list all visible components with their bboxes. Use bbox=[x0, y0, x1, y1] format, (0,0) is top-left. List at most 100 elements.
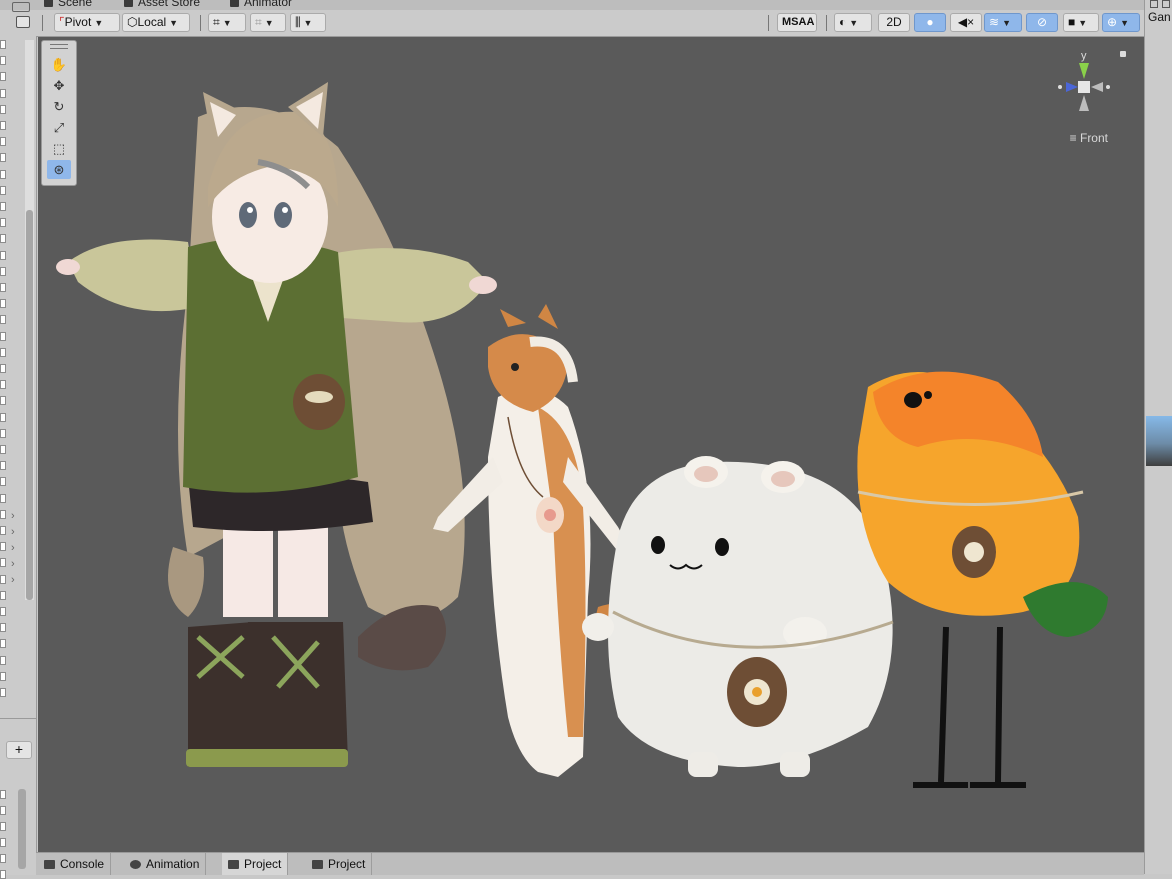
visibility-toggle[interactable] bbox=[0, 526, 6, 535]
game-window-icon[interactable] bbox=[1150, 0, 1158, 8]
tab-asset-store[interactable]: Asset Store bbox=[124, 0, 200, 9]
visibility-toggle[interactable] bbox=[0, 607, 6, 616]
visibility-toggle[interactable] bbox=[0, 380, 6, 389]
visibility-toggle[interactable] bbox=[0, 542, 6, 551]
blob-creature-model[interactable] bbox=[582, 456, 894, 777]
project-item-toggle[interactable] bbox=[0, 790, 6, 799]
visibility-toggle[interactable] bbox=[0, 429, 6, 438]
camera-dropdown[interactable]: ■ ▼ bbox=[1063, 13, 1099, 32]
ruler-button[interactable]: ⫼ ▼ bbox=[290, 13, 326, 32]
visibility-toggle[interactable] bbox=[0, 558, 6, 567]
visibility-toggle[interactable] bbox=[0, 396, 6, 405]
project-item-toggle[interactable] bbox=[0, 822, 6, 831]
visibility-toggle[interactable] bbox=[0, 105, 6, 114]
visibility-toggle[interactable] bbox=[0, 251, 6, 260]
gizmos-dropdown[interactable]: ⊕ ▼ bbox=[1102, 13, 1140, 32]
visibility-toggle[interactable] bbox=[0, 89, 6, 98]
local-dropdown[interactable]: ⬡Local ▼ bbox=[122, 13, 190, 32]
grid-snap-button[interactable]: ⌗ ▼ bbox=[208, 13, 246, 32]
audio-toggle[interactable]: ◀× bbox=[950, 13, 982, 32]
visibility-toggle[interactable] bbox=[0, 315, 6, 324]
mode-2d-button[interactable]: 2D bbox=[878, 13, 910, 32]
visibility-toggle[interactable] bbox=[0, 688, 6, 697]
game-view-preview[interactable] bbox=[1146, 416, 1172, 466]
scene-icon bbox=[44, 0, 53, 8]
pivot-label: Pivot bbox=[64, 15, 92, 29]
visibility-toggle[interactable] bbox=[0, 218, 6, 227]
chevron-down-icon: ▼ bbox=[849, 18, 859, 28]
shading-mode-dropdown[interactable]: ◐ ▼ bbox=[834, 13, 872, 32]
visibility-toggle[interactable] bbox=[0, 477, 6, 486]
chevron-down-icon: ▼ bbox=[222, 18, 232, 28]
visibility-toggle[interactable] bbox=[0, 672, 6, 681]
project-item-toggle[interactable] bbox=[0, 854, 6, 863]
lighting-toggle[interactable]: ● bbox=[914, 13, 946, 32]
visibility-toggle[interactable] bbox=[0, 283, 6, 292]
visibility-toggle[interactable] bbox=[0, 170, 6, 179]
visibility-toggle[interactable] bbox=[0, 591, 6, 600]
visibility-toggle[interactable] bbox=[0, 137, 6, 146]
visibility-toggle[interactable] bbox=[0, 72, 6, 81]
toolbar-grip bbox=[42, 15, 43, 31]
bird-model[interactable] bbox=[857, 371, 1108, 788]
hidden-objects-toggle[interactable]: ⊘ bbox=[1026, 13, 1058, 32]
tab-scene[interactable]: Scene bbox=[44, 0, 92, 9]
tab-game[interactable]: Gan bbox=[1148, 10, 1171, 24]
visibility-toggle[interactable] bbox=[0, 656, 6, 665]
expand-chevron-icon[interactable]: › bbox=[11, 526, 15, 538]
pivot-dropdown[interactable]: ⌜Pivot ▼ bbox=[54, 13, 120, 32]
scene-models bbox=[56, 82, 1108, 788]
expand-chevron-icon[interactable]: › bbox=[11, 542, 15, 554]
visibility-toggle[interactable] bbox=[0, 121, 6, 130]
gizmos-icon: ⊕ bbox=[1107, 15, 1118, 29]
visibility-toggle[interactable] bbox=[0, 510, 6, 519]
visibility-toggle[interactable] bbox=[0, 56, 6, 65]
hierarchy-menu-icon[interactable] bbox=[12, 2, 30, 12]
hierarchy-scrollbar-thumb[interactable] bbox=[26, 210, 33, 600]
project-item-toggle[interactable] bbox=[0, 838, 6, 847]
visibility-toggle[interactable] bbox=[0, 267, 6, 276]
visibility-toggle[interactable] bbox=[0, 623, 6, 632]
tab-animation[interactable]: Animation bbox=[124, 853, 207, 875]
expand-chevron-icon[interactable]: › bbox=[11, 558, 15, 570]
asset-store-icon bbox=[124, 0, 133, 8]
visibility-toggle[interactable] bbox=[0, 40, 6, 49]
tab-project[interactable]: Project bbox=[222, 853, 289, 875]
visibility-toggle[interactable] bbox=[0, 461, 6, 470]
tab-console[interactable]: Console bbox=[38, 853, 112, 875]
chevron-down-icon: ▼ bbox=[1120, 18, 1129, 28]
grid-snap-icon: ⌗ bbox=[213, 15, 220, 29]
girl-avatar[interactable] bbox=[56, 82, 497, 767]
visibility-toggle[interactable] bbox=[0, 348, 6, 357]
tab-animator[interactable]: Animator bbox=[230, 0, 292, 9]
scene-viewport[interactable]: ✋ ✥ ↻ ⤢ ⬚ ⊛ y ≡ Front bbox=[38, 37, 1144, 852]
visibility-toggle[interactable] bbox=[0, 639, 6, 648]
hierarchy-lock-icon[interactable] bbox=[16, 16, 30, 28]
project-item-toggle[interactable] bbox=[0, 870, 6, 879]
msaa-button[interactable]: MSAA bbox=[777, 13, 817, 32]
expand-chevron-icon[interactable]: › bbox=[11, 510, 15, 522]
visibility-toggle[interactable] bbox=[0, 234, 6, 243]
increment-snap-button[interactable]: ⌗ ▼ bbox=[250, 13, 286, 32]
visibility-toggle[interactable] bbox=[0, 202, 6, 211]
hidden-objects-icon: ⊘ bbox=[1036, 15, 1048, 29]
visibility-toggle[interactable] bbox=[0, 445, 6, 454]
visibility-toggle[interactable] bbox=[0, 153, 6, 162]
visibility-toggle[interactable] bbox=[0, 332, 6, 341]
project-item-toggle[interactable] bbox=[0, 806, 6, 815]
add-button[interactable]: + bbox=[6, 741, 32, 759]
chevron-down-icon: ▼ bbox=[94, 18, 104, 28]
visibility-toggle[interactable] bbox=[0, 575, 6, 584]
project-scrollbar-thumb[interactable] bbox=[18, 789, 26, 869]
visibility-toggle[interactable] bbox=[0, 186, 6, 195]
tab-project-2[interactable]: Project bbox=[306, 853, 373, 875]
visibility-toggle[interactable] bbox=[0, 494, 6, 503]
increment-snap-icon: ⌗ bbox=[255, 15, 262, 29]
effects-icon: ≋ bbox=[989, 15, 1000, 29]
visibility-toggle[interactable] bbox=[0, 413, 6, 422]
game-window-icon[interactable] bbox=[1162, 0, 1170, 8]
visibility-toggle[interactable] bbox=[0, 364, 6, 373]
expand-chevron-icon[interactable]: › bbox=[11, 574, 15, 586]
effects-dropdown[interactable]: ≋ ▼ bbox=[984, 13, 1022, 32]
visibility-toggle[interactable] bbox=[0, 299, 6, 308]
